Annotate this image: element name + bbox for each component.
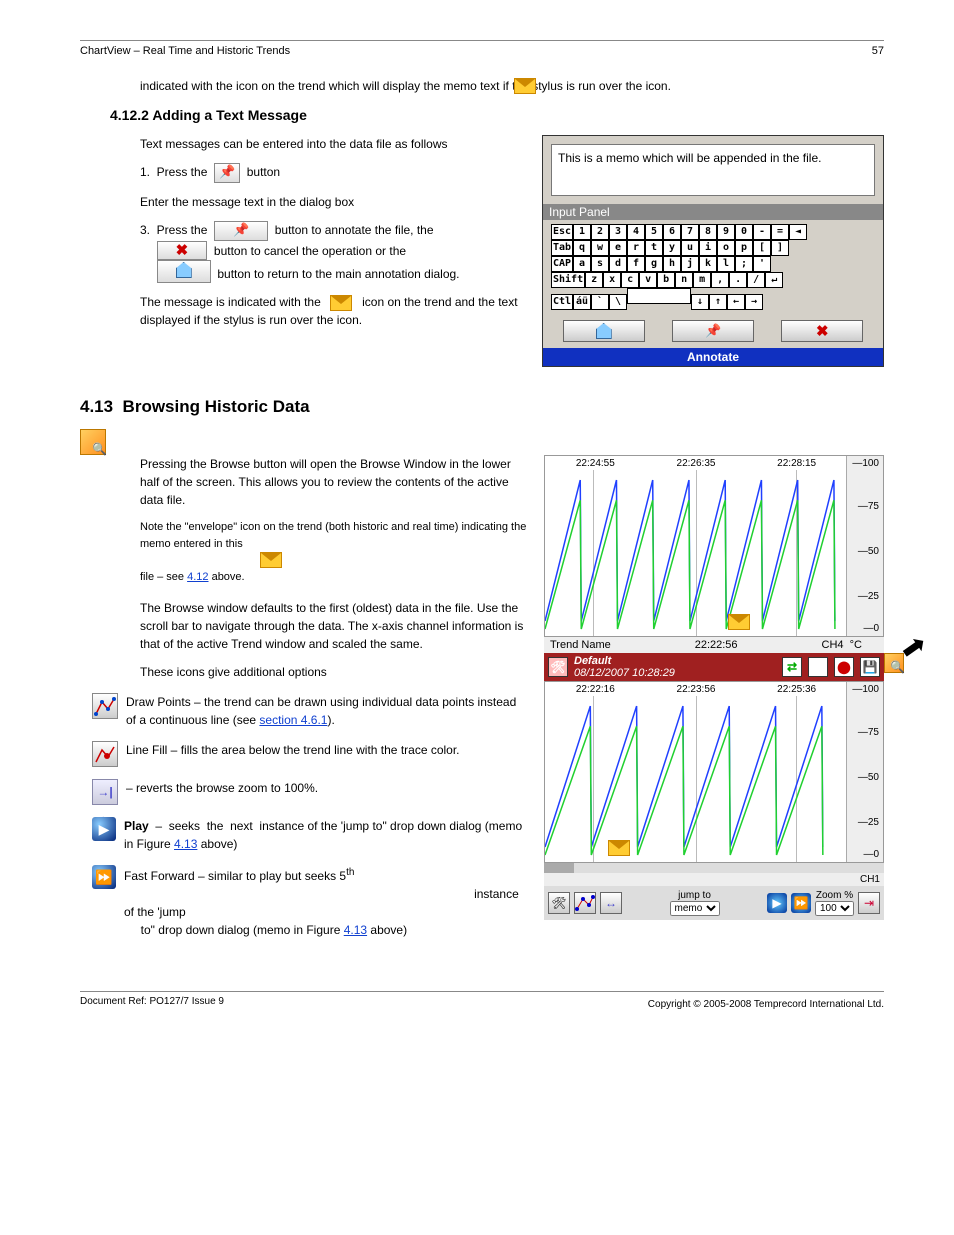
kb-row: Shiftzxcvbnm,./↵: [551, 272, 875, 288]
confirm-pin-button: [214, 221, 268, 241]
pin-icon: [219, 165, 235, 181]
envelope-icon: [514, 78, 536, 94]
file-title: Default08/12/2007 10:28:29: [574, 655, 776, 679]
keyboard-title: Input Panel: [543, 204, 883, 220]
zoom-label: Zoom %: [815, 890, 854, 901]
home-return-button: [157, 260, 211, 283]
close-icon: ✖: [176, 243, 189, 258]
envelope-icon: [608, 840, 630, 856]
fast-forward-icon: ⏩: [92, 865, 116, 889]
time-axis: 22:22:1622:23:5622:25:36: [545, 682, 847, 697]
on-screen-keyboard[interactable]: Esc1234567890-=◄ Tabqwertyuiop[] CAPasdf…: [543, 220, 883, 314]
save-icon[interactable]: 💾: [860, 657, 880, 677]
header-rule: [80, 40, 884, 41]
home-button[interactable]: [563, 320, 645, 342]
points-button[interactable]: [574, 892, 596, 914]
page: ChartView – Real Time and Historic Trend…: [0, 0, 954, 1050]
link-section-4-6-1[interactable]: section 4.6.1: [259, 713, 327, 727]
time-axis: 22:24:5522:26:3522:28:15: [545, 456, 847, 471]
zoom-reset-icon: →|←: [92, 779, 118, 805]
home-icon: [596, 323, 612, 339]
play-button[interactable]: ▶: [767, 893, 787, 913]
close-icon: ✖: [816, 324, 829, 339]
zoom-reset-button[interactable]: ↔: [600, 892, 622, 914]
kb-row: CAPasdfghjkl;': [551, 256, 875, 272]
icon-item-play: ▶ Play – seeks the next instance of the …: [92, 817, 528, 853]
footer: Document Ref: PO127/7 Issue 9 Copyright …: [80, 991, 884, 1010]
play-icon: ▶: [92, 817, 116, 841]
link-fig-4-13[interactable]: 4.13: [344, 923, 367, 937]
chart-info-row: Trend Name22:22:56CH4 °C: [544, 637, 884, 653]
browse-button-small[interactable]: [884, 653, 904, 673]
chart-body: [545, 696, 847, 857]
memo-textbox[interactable]: This is a memo which will be appended in…: [551, 144, 875, 196]
heading-4-13: 4.13 Browsing Historic Data: [80, 397, 884, 417]
grid-icon[interactable]: ▦: [808, 657, 828, 677]
home-icon: [176, 262, 192, 278]
icon-item-ff: ⏩ Fast Forward – similar to play but see…: [92, 865, 528, 939]
line-fill-icon: [92, 741, 118, 767]
exit-button[interactable]: ⇥: [858, 892, 880, 914]
pin-icon: [705, 323, 721, 339]
running-header: ChartView – Real Time and Historic Trend…: [80, 45, 884, 57]
link-fig-4-13[interactable]: 4.13: [174, 837, 197, 851]
chart-body: [545, 470, 847, 631]
annotate-buttons: ✖: [543, 314, 883, 348]
envelope-icon: [260, 552, 282, 568]
icon-item-zoom-reset: →|← – reverts the browse zoom to 100%.: [92, 779, 528, 805]
ch-label: CH1: [544, 873, 884, 886]
y-axis: —100—75—50—25—0: [846, 456, 883, 636]
annotate-button-icon: [214, 163, 240, 183]
tool-icon[interactable]: 🛠: [548, 657, 568, 677]
envelope-icon: [330, 295, 352, 311]
figure-4-13: 22:24:5522:26:3522:28:15 —100—75—50—25—0…: [544, 455, 884, 920]
draw-points-icon: [92, 693, 118, 719]
historic-chart: 22:22:1622:23:5622:25:36 —100—75—50—25—0: [544, 681, 884, 863]
file-bar: 🛠 Default08/12/2007 10:28:29 ⇄ ▦ ⬤ 💾: [544, 653, 884, 681]
cancel-button[interactable]: ✖: [781, 320, 863, 342]
realtime-chart: 22:24:5522:26:3522:28:15 —100—75—50—25—0: [544, 455, 884, 637]
heading-4-12-2: 4.12.2 Adding a Text Message: [110, 107, 884, 123]
jump-to-label: jump to: [626, 890, 763, 901]
doc-icon[interactable]: ⇄: [782, 657, 802, 677]
envelope-icon: [728, 614, 750, 630]
icon-item-fill: Line Fill – fills the area below the tre…: [92, 741, 528, 767]
annotate-bar: Annotate: [543, 348, 883, 366]
jump-to-select[interactable]: memo: [670, 901, 720, 916]
pin-icon: [233, 223, 249, 239]
icon-item-points: Draw Points – the trend can be drawn usi…: [92, 693, 528, 729]
intro-para: indicated with the icon on the trend whi…: [140, 77, 884, 95]
browse-icon: [80, 429, 106, 455]
fast-forward-button[interactable]: ⏩: [791, 893, 811, 913]
browse-controls: 🛠 ↔ jump to memo ▶ ⏩ Zoom % 100 ⇥: [544, 886, 884, 920]
kb-row: Ctláü`\ ↓↑←→: [551, 288, 875, 310]
kb-row: Tabqwertyuiop[]: [551, 240, 875, 256]
link-4-12[interactable]: 4.12: [187, 571, 208, 583]
annotate-panel: This is a memo which will be appended in…: [542, 135, 884, 367]
y-axis: —100—75—50—25—0: [846, 682, 883, 862]
scrollbar[interactable]: [544, 863, 884, 873]
zoom-select[interactable]: 100: [815, 901, 854, 916]
alarm-icon[interactable]: ⬤: [834, 657, 854, 677]
cancel-x-button: ✖: [157, 241, 208, 260]
pin-button[interactable]: [672, 320, 754, 342]
kb-row: Esc1234567890-=◄: [551, 224, 875, 240]
tool-button[interactable]: 🛠: [548, 892, 570, 914]
